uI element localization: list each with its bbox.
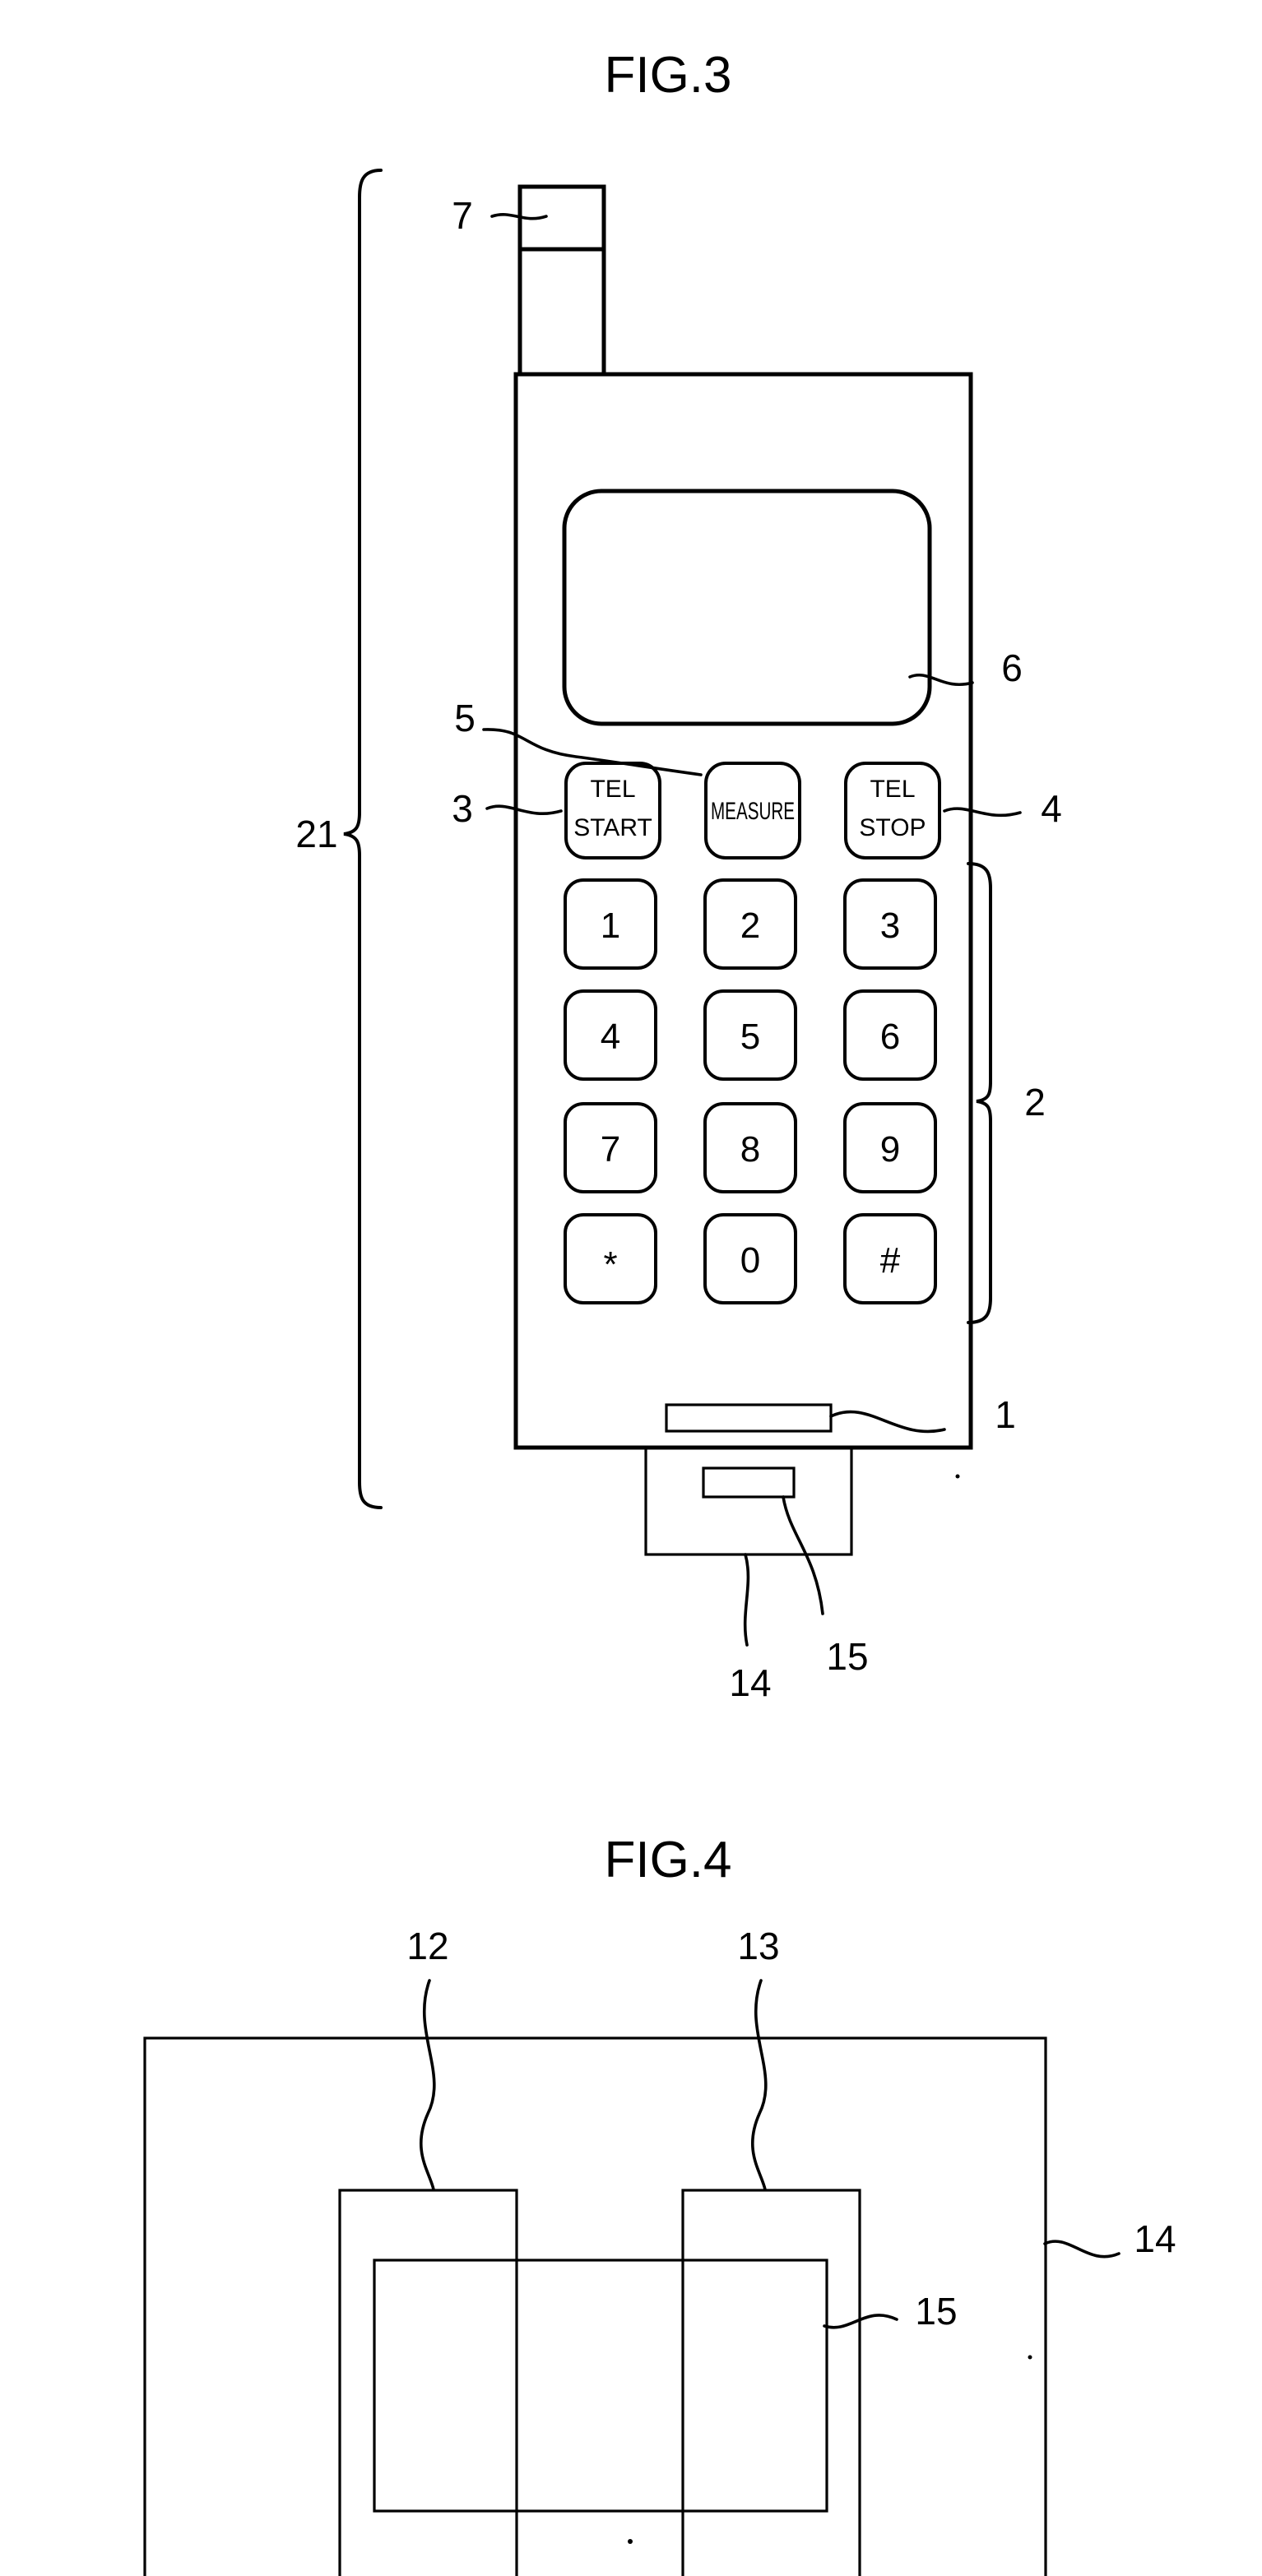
leader-line-12 xyxy=(420,1979,436,2191)
ref-numeral-21: 21 xyxy=(295,813,337,855)
microphone-slot xyxy=(665,1403,833,1433)
leader-line-14 xyxy=(743,1553,750,1647)
ref-numeral-13: 13 xyxy=(737,1925,779,1967)
keypad-key-asterisk-label: * xyxy=(603,1244,617,1285)
keypad-key-3-label: 3 xyxy=(880,906,900,946)
sensor-window-detail xyxy=(373,2259,828,2513)
sensor-housing-outline xyxy=(143,2036,1047,2576)
keypad-key-9-label: 9 xyxy=(880,1129,900,1170)
keypad-key-6-label: 6 xyxy=(880,1017,900,1057)
keypad-key-2-label: 2 xyxy=(740,906,760,946)
ref-numeral-15-detail: 15 xyxy=(915,2290,957,2333)
key-measure[interactable]: MEASURE xyxy=(704,762,801,859)
ref-numeral-6: 6 xyxy=(1001,646,1023,689)
ref-numeral-2: 2 xyxy=(1024,1081,1046,1124)
leader-line-1 xyxy=(829,1410,946,1434)
leader-line-3 xyxy=(485,804,563,816)
function-key-row: TEL START MEASURE TEL STOP xyxy=(564,762,941,859)
keypad-key-8-label: 8 xyxy=(740,1129,760,1170)
antenna-shaft xyxy=(517,247,606,377)
key-tel-stop-line1: TEL xyxy=(870,776,915,803)
ref-numeral-7: 7 xyxy=(452,194,473,237)
electrode-block-left xyxy=(338,2189,518,2576)
ref-numeral-5: 5 xyxy=(454,697,476,739)
key-tel-start[interactable]: TEL START xyxy=(564,762,661,859)
bracket-21-group: 21 xyxy=(295,169,383,1509)
figure-4-group: FIG.4 12 13 15 14 xyxy=(143,1832,1176,2576)
figure-3-group: FIG.3 7 21 6 TEL START MEASURE TEL STOP … xyxy=(295,47,1061,1704)
keypad-key-0-label: 0 xyxy=(740,1240,760,1281)
page-bottom-speck xyxy=(628,2539,633,2544)
key-tel-stop[interactable]: TEL STOP xyxy=(844,762,941,859)
sensor-window xyxy=(702,1466,796,1499)
figure-4-title: FIG.4 xyxy=(604,1832,731,1888)
numeric-keypad: 1 2 3 4 5 6 7 8 9 * 0 # xyxy=(564,878,937,1304)
keypad-key-4-label: 4 xyxy=(601,1017,620,1057)
figure-3-title: FIG.3 xyxy=(604,47,731,104)
ink-speck xyxy=(1028,2355,1032,2360)
ref-numeral-3: 3 xyxy=(452,787,473,830)
leader-line-14-detail xyxy=(1043,2240,1120,2259)
keypad-row: * 0 # xyxy=(564,1213,937,1304)
keypad-key-hash-label: # xyxy=(880,1240,901,1281)
ref-numeral-4: 4 xyxy=(1041,787,1062,830)
ref-numeral-12: 12 xyxy=(406,1925,448,1967)
keypad-key-7-label: 7 xyxy=(601,1129,620,1170)
key-tel-stop-line2: STOP xyxy=(859,814,926,841)
ref-numeral-14-detail: 14 xyxy=(1134,2217,1176,2260)
electrode-block-right xyxy=(681,2189,861,2576)
key-tel-start-line2: START xyxy=(573,814,652,841)
keypad-row: 4 5 6 xyxy=(564,989,937,1081)
ref-numeral-1: 1 xyxy=(995,1393,1016,1436)
ref-numeral-14: 14 xyxy=(729,1661,771,1704)
patent-drawing-sheet: FIG.3 7 21 6 TEL START MEASURE TEL STOP … xyxy=(0,0,1262,2576)
display-screen xyxy=(562,489,932,726)
leader-line-6 xyxy=(908,674,974,686)
leader-line-13 xyxy=(751,1979,768,2191)
key-tel-start-line1: TEL xyxy=(590,776,635,803)
key-measure-label: MEASURE xyxy=(711,798,795,825)
ink-speck xyxy=(955,1474,960,1479)
ref-numeral-15: 15 xyxy=(826,1635,868,1678)
keypad-row: 1 2 3 xyxy=(564,878,937,970)
keypad-key-5-label: 5 xyxy=(740,1017,760,1057)
antenna-group xyxy=(517,184,606,377)
brace-21 xyxy=(343,169,383,1509)
bracket-2-group: 2 xyxy=(967,862,1046,1324)
keypad-key-1-label: 1 xyxy=(601,906,620,946)
drawing-canvas: FIG.3 7 21 6 TEL START MEASURE TEL STOP … xyxy=(143,47,1176,2576)
keypad-row: 7 8 9 xyxy=(564,1102,937,1193)
sensor-unit-housing xyxy=(644,1446,853,1556)
leader-line-4 xyxy=(943,807,1022,818)
